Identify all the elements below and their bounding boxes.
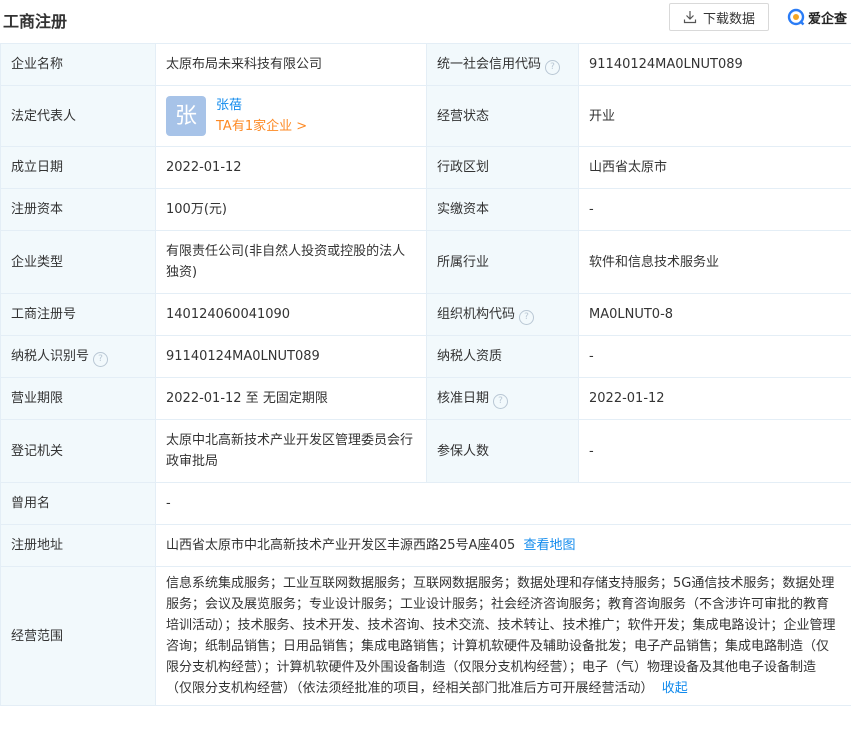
former-name-value: - — [155, 482, 851, 525]
help-icon[interactable]: ? — [545, 60, 561, 75]
credit-code-label-cell: 统一社会信用代码? — [426, 43, 579, 86]
org-code-value: MA0LNUT0-8 — [578, 293, 851, 336]
table-row: 工商注册号 140124060041090 组织机构代码? MA0LNUT0-8 — [0, 293, 851, 336]
address-label: 注册地址 — [0, 524, 156, 567]
table-row: 纳税人识别号? 91140124MA0LNUT089 纳税人资质 - — [0, 335, 851, 378]
term-value: 2022-01-12 至 无固定期限 — [155, 377, 427, 420]
help-icon[interactable]: ? — [93, 352, 109, 367]
reg-capital-value: 100万(元) — [155, 188, 427, 231]
table-row: 法定代表人 张 张蓓 TA有1家企业 > 经营状态 开业 — [0, 85, 851, 147]
former-name-label: 曾用名 — [0, 482, 156, 525]
founded-label: 成立日期 — [0, 146, 156, 189]
brand-logo: 爱企查 — [787, 6, 847, 28]
legal-rep-name-link[interactable]: 张蓓 — [216, 95, 307, 116]
company-type-value: 有限责任公司(非自然人投资或控股的法人独资) — [155, 230, 427, 294]
approved-label-cell: 核准日期? — [426, 377, 579, 420]
brand-logo-icon — [787, 8, 805, 26]
table-row: 企业类型 有限责任公司(非自然人投资或控股的法人独资) 所属行业 软件和信息技术… — [0, 230, 851, 294]
registration-table: 企业名称 太原布局未来科技有限公司 统一社会信用代码? 91140124MA0L… — [0, 43, 851, 706]
address-value: 山西省太原市中北高新技术产业开发区丰源西路25号A座405 — [166, 538, 516, 553]
paid-capital-value: - — [578, 188, 851, 231]
legal-rep-cell: 张 张蓓 TA有1家企业 > — [155, 85, 427, 147]
scope-value: 信息系统集成服务；工业互联网数据服务；互联网数据服务；数据处理和存储支持服务；5… — [166, 576, 836, 696]
table-row: 登记机关 太原中北高新技术产业开发区管理委员会行政审批局 参保人数 - — [0, 419, 851, 483]
reg-number-label: 工商注册号 — [0, 293, 156, 336]
avatar[interactable]: 张 — [166, 96, 206, 136]
download-label: 下载数据 — [702, 11, 755, 27]
taxpayer-qual-label: 纳税人资质 — [426, 335, 579, 378]
authority-value: 太原中北高新技术产业开发区管理委员会行政审批局 — [155, 419, 427, 483]
reg-capital-label: 注册资本 — [0, 188, 156, 231]
table-row: 注册资本 100万(元) 实缴资本 - — [0, 188, 851, 231]
address-cell: 山西省太原市中北高新技术产业开发区丰源西路25号A座405 查看地图 — [155, 524, 851, 567]
download-icon — [683, 11, 697, 24]
org-code-label: 组织机构代码 — [437, 307, 516, 322]
taxpayer-qual-value: - — [578, 335, 851, 378]
section-title: 工商注册 — [3, 12, 68, 31]
scope-label: 经营范围 — [0, 566, 156, 706]
status-value: 开业 — [578, 85, 851, 147]
table-row: 成立日期 2022-01-12 行政区划 山西省太原市 — [0, 146, 851, 189]
region-value: 山西省太原市 — [578, 146, 851, 189]
table-row: 企业名称 太原布局未来科技有限公司 统一社会信用代码? 91140124MA0L… — [0, 43, 851, 86]
insured-value: - — [578, 419, 851, 483]
brand-name: 爱企查 — [808, 11, 848, 27]
industry-label: 所属行业 — [426, 230, 579, 294]
view-map-link[interactable]: 查看地图 — [524, 538, 576, 553]
table-row: 经营范围 信息系统集成服务；工业互联网数据服务；互联网数据服务；数据处理和存储支… — [0, 566, 851, 706]
credit-code-value: 91140124MA0LNUT089 — [578, 43, 851, 86]
authority-label: 登记机关 — [0, 419, 156, 483]
section-header: 工商注册 下载数据 爱企查 — [0, 0, 851, 40]
help-icon[interactable]: ? — [519, 310, 535, 325]
term-label: 营业期限 — [0, 377, 156, 420]
table-row: 曾用名 - — [0, 482, 851, 525]
related-companies-link[interactable]: TA有1家企业 > — [216, 116, 307, 137]
company-name-label: 企业名称 — [0, 43, 156, 86]
legal-rep-label: 法定代表人 — [0, 85, 156, 147]
table-row: 营业期限 2022-01-12 至 无固定期限 核准日期? 2022-01-12 — [0, 377, 851, 420]
credit-code-label: 统一社会信用代码 — [437, 57, 542, 72]
taxpayer-id-label: 纳税人识别号 — [11, 349, 90, 364]
download-data-button[interactable]: 下载数据 — [669, 3, 769, 31]
approved-value: 2022-01-12 — [578, 377, 851, 420]
approved-label: 核准日期 — [437, 391, 490, 406]
taxpayer-id-value: 91140124MA0LNUT089 — [155, 335, 427, 378]
region-label: 行政区划 — [426, 146, 579, 189]
industry-value: 软件和信息技术服务业 — [578, 230, 851, 294]
collapse-link[interactable]: 收起 — [662, 681, 688, 696]
company-name-value: 太原布局未来科技有限公司 — [155, 43, 427, 86]
founded-value: 2022-01-12 — [155, 146, 427, 189]
scope-cell: 信息系统集成服务；工业互联网数据服务；互联网数据服务；数据处理和存储支持服务；5… — [155, 566, 851, 706]
table-row: 注册地址 山西省太原市中北高新技术产业开发区丰源西路25号A座405 查看地图 — [0, 524, 851, 567]
paid-capital-label: 实缴资本 — [426, 188, 579, 231]
help-icon[interactable]: ? — [493, 394, 509, 409]
insured-label: 参保人数 — [426, 419, 579, 483]
status-label: 经营状态 — [426, 85, 579, 147]
company-type-label: 企业类型 — [0, 230, 156, 294]
reg-number-value: 140124060041090 — [155, 293, 427, 336]
taxpayer-id-label-cell: 纳税人识别号? — [0, 335, 156, 378]
org-code-label-cell: 组织机构代码? — [426, 293, 579, 336]
